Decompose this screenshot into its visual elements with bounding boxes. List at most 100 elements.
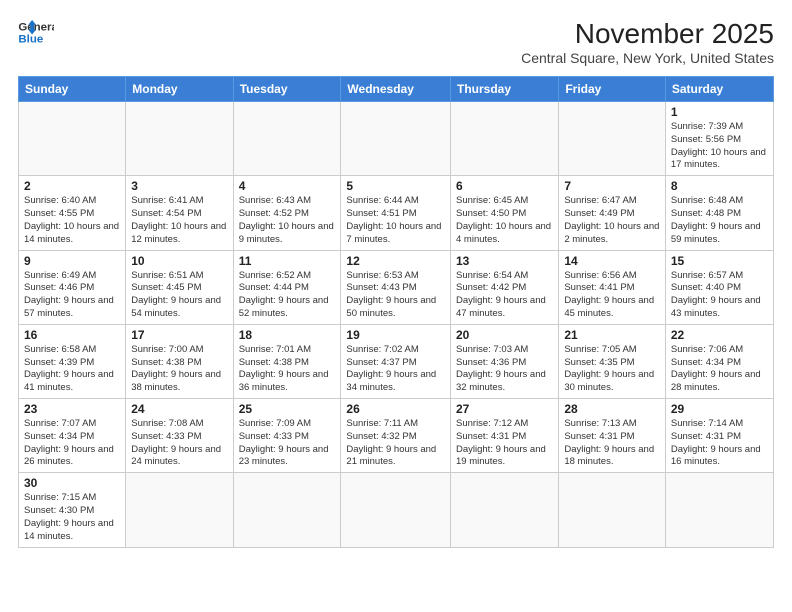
- month-title: November 2025: [521, 18, 774, 50]
- day-info: Sunrise: 6:47 AM Sunset: 4:49 PM Dayligh…: [564, 195, 660, 246]
- calendar-table: SundayMondayTuesdayWednesdayThursdayFrid…: [18, 76, 774, 548]
- day-number: 22: [671, 328, 768, 342]
- day-cell: 18Sunrise: 7:01 AM Sunset: 4:38 PM Dayli…: [233, 324, 341, 398]
- day-number: 13: [456, 254, 553, 268]
- day-cell: 8Sunrise: 6:48 AM Sunset: 4:48 PM Daylig…: [665, 176, 773, 250]
- day-number: 19: [346, 328, 445, 342]
- header: General Blue November 2025 Central Squar…: [18, 18, 774, 66]
- day-cell: 9Sunrise: 6:49 AM Sunset: 4:46 PM Daylig…: [19, 250, 126, 324]
- day-cell: 2 Sunrise: 6:40 AM Sunset: 4:55 PM Daylig…: [19, 176, 126, 250]
- location-subtitle: Central Square, New York, United States: [521, 50, 774, 66]
- title-area: November 2025 Central Square, New York, …: [521, 18, 774, 66]
- svg-text:Blue: Blue: [18, 34, 43, 46]
- day-cell: 22 Sunrise: 7:06 AM Sunset: 4:34 PM Dayli…: [665, 324, 773, 398]
- page: General Blue November 2025 Central Squar…: [0, 0, 792, 612]
- weekday-header-wednesday: Wednesday: [341, 77, 451, 102]
- logo: General Blue: [18, 18, 54, 48]
- logo-icon: General Blue: [18, 18, 54, 48]
- day-number: 10: [131, 254, 227, 268]
- weekday-header-saturday: Saturday: [665, 77, 773, 102]
- day-number: 25: [239, 402, 336, 416]
- day-number: 28: [564, 402, 660, 416]
- day-cell: [451, 102, 559, 176]
- day-number: 12: [346, 254, 445, 268]
- day-info: Sunrise: 6:58 AM Sunset: 4:39 PM Dayligh…: [24, 344, 120, 395]
- weekday-header-friday: Friday: [559, 77, 666, 102]
- day-info: Sunrise: 7:05 AM Sunset: 4:35 PM Dayligh…: [564, 344, 660, 395]
- day-info: Sunrise: 7:15 AM Sunset: 4:30 PM Dayligh…: [24, 492, 120, 543]
- day-cell: [126, 473, 233, 547]
- day-number: 5: [346, 179, 445, 193]
- day-info: Sunrise: 7:39 AM Sunset: 5:56 PM Dayligh…: [671, 121, 768, 172]
- day-cell: [451, 473, 559, 547]
- day-number: 9: [24, 254, 120, 268]
- day-cell: 5 Sunrise: 6:44 AM Sunset: 4:51 PM Daylig…: [341, 176, 451, 250]
- day-number: 1: [671, 105, 768, 119]
- day-cell: [341, 473, 451, 547]
- day-cell: 27 Sunrise: 7:12 AM Sunset: 4:31 PM Dayli…: [451, 399, 559, 473]
- week-row-4: 16 Sunrise: 6:58 AM Sunset: 4:39 PM Dayli…: [19, 324, 774, 398]
- day-info: Sunrise: 6:52 AM Sunset: 4:44 PM Dayligh…: [239, 270, 336, 321]
- day-cell: [233, 102, 341, 176]
- day-info: Sunrise: 7:02 AM Sunset: 4:37 PM Dayligh…: [346, 344, 445, 395]
- day-number: 2: [24, 179, 120, 193]
- week-row-5: 23Sunrise: 7:07 AM Sunset: 4:34 PM Dayli…: [19, 399, 774, 473]
- day-cell: 23Sunrise: 7:07 AM Sunset: 4:34 PM Dayli…: [19, 399, 126, 473]
- svg-text:General: General: [18, 21, 54, 33]
- day-info: Sunrise: 6:41 AM Sunset: 4:54 PM Dayligh…: [131, 195, 227, 246]
- day-cell: 17Sunrise: 7:00 AM Sunset: 4:38 PM Dayli…: [126, 324, 233, 398]
- day-cell: [559, 102, 666, 176]
- day-info: Sunrise: 6:48 AM Sunset: 4:48 PM Dayligh…: [671, 195, 768, 246]
- day-info: Sunrise: 7:12 AM Sunset: 4:31 PM Dayligh…: [456, 418, 553, 469]
- day-info: Sunrise: 7:03 AM Sunset: 4:36 PM Dayligh…: [456, 344, 553, 395]
- week-row-1: 1 Sunrise: 7:39 AM Sunset: 5:56 PM Daylig…: [19, 102, 774, 176]
- day-cell: 6Sunrise: 6:45 AM Sunset: 4:50 PM Daylig…: [451, 176, 559, 250]
- day-info: Sunrise: 6:44 AM Sunset: 4:51 PM Dayligh…: [346, 195, 445, 246]
- day-cell: 11 Sunrise: 6:52 AM Sunset: 4:44 PM Dayli…: [233, 250, 341, 324]
- day-number: 16: [24, 328, 120, 342]
- day-cell: 1 Sunrise: 7:39 AM Sunset: 5:56 PM Daylig…: [665, 102, 773, 176]
- day-info: Sunrise: 7:06 AM Sunset: 4:34 PM Dayligh…: [671, 344, 768, 395]
- day-cell: [665, 473, 773, 547]
- day-number: 24: [131, 402, 227, 416]
- day-number: 20: [456, 328, 553, 342]
- day-cell: 19 Sunrise: 7:02 AM Sunset: 4:37 PM Dayli…: [341, 324, 451, 398]
- weekday-header-sunday: Sunday: [19, 77, 126, 102]
- day-cell: 26 Sunrise: 7:11 AM Sunset: 4:32 PM Dayli…: [341, 399, 451, 473]
- day-cell: 21 Sunrise: 7:05 AM Sunset: 4:35 PM Dayli…: [559, 324, 666, 398]
- day-number: 29: [671, 402, 768, 416]
- day-info: Sunrise: 6:40 AM Sunset: 4:55 PM Dayligh…: [24, 195, 120, 246]
- day-cell: 13Sunrise: 6:54 AM Sunset: 4:42 PM Dayli…: [451, 250, 559, 324]
- weekday-header-tuesday: Tuesday: [233, 77, 341, 102]
- day-number: 3: [131, 179, 227, 193]
- day-number: 26: [346, 402, 445, 416]
- day-number: 4: [239, 179, 336, 193]
- week-row-3: 9Sunrise: 6:49 AM Sunset: 4:46 PM Daylig…: [19, 250, 774, 324]
- day-cell: 30Sunrise: 7:15 AM Sunset: 4:30 PM Dayli…: [19, 473, 126, 547]
- day-number: 27: [456, 402, 553, 416]
- day-cell: 28Sunrise: 7:13 AM Sunset: 4:31 PM Dayli…: [559, 399, 666, 473]
- day-cell: 16 Sunrise: 6:58 AM Sunset: 4:39 PM Dayli…: [19, 324, 126, 398]
- day-info: Sunrise: 7:07 AM Sunset: 4:34 PM Dayligh…: [24, 418, 120, 469]
- day-cell: 24 Sunrise: 7:08 AM Sunset: 4:33 PM Dayli…: [126, 399, 233, 473]
- week-row-6: 30Sunrise: 7:15 AM Sunset: 4:30 PM Dayli…: [19, 473, 774, 547]
- day-cell: 4Sunrise: 6:43 AM Sunset: 4:52 PM Daylig…: [233, 176, 341, 250]
- day-cell: 3 Sunrise: 6:41 AM Sunset: 4:54 PM Daylig…: [126, 176, 233, 250]
- day-cell: 14Sunrise: 6:56 AM Sunset: 4:41 PM Dayli…: [559, 250, 666, 324]
- week-row-2: 2 Sunrise: 6:40 AM Sunset: 4:55 PM Daylig…: [19, 176, 774, 250]
- day-cell: 15 Sunrise: 6:57 AM Sunset: 4:40 PM Dayli…: [665, 250, 773, 324]
- day-cell: 29Sunrise: 7:14 AM Sunset: 4:31 PM Dayli…: [665, 399, 773, 473]
- day-info: Sunrise: 7:11 AM Sunset: 4:32 PM Dayligh…: [346, 418, 445, 469]
- day-number: 7: [564, 179, 660, 193]
- day-number: 21: [564, 328, 660, 342]
- day-cell: 20 Sunrise: 7:03 AM Sunset: 4:36 PM Dayli…: [451, 324, 559, 398]
- day-cell: [233, 473, 341, 547]
- day-cell: [341, 102, 451, 176]
- day-cell: 12Sunrise: 6:53 AM Sunset: 4:43 PM Dayli…: [341, 250, 451, 324]
- day-cell: 10 Sunrise: 6:51 AM Sunset: 4:45 PM Dayli…: [126, 250, 233, 324]
- day-number: 11: [239, 254, 336, 268]
- day-info: Sunrise: 6:57 AM Sunset: 4:40 PM Dayligh…: [671, 270, 768, 321]
- day-number: 15: [671, 254, 768, 268]
- day-info: Sunrise: 7:08 AM Sunset: 4:33 PM Dayligh…: [131, 418, 227, 469]
- day-info: Sunrise: 6:51 AM Sunset: 4:45 PM Dayligh…: [131, 270, 227, 321]
